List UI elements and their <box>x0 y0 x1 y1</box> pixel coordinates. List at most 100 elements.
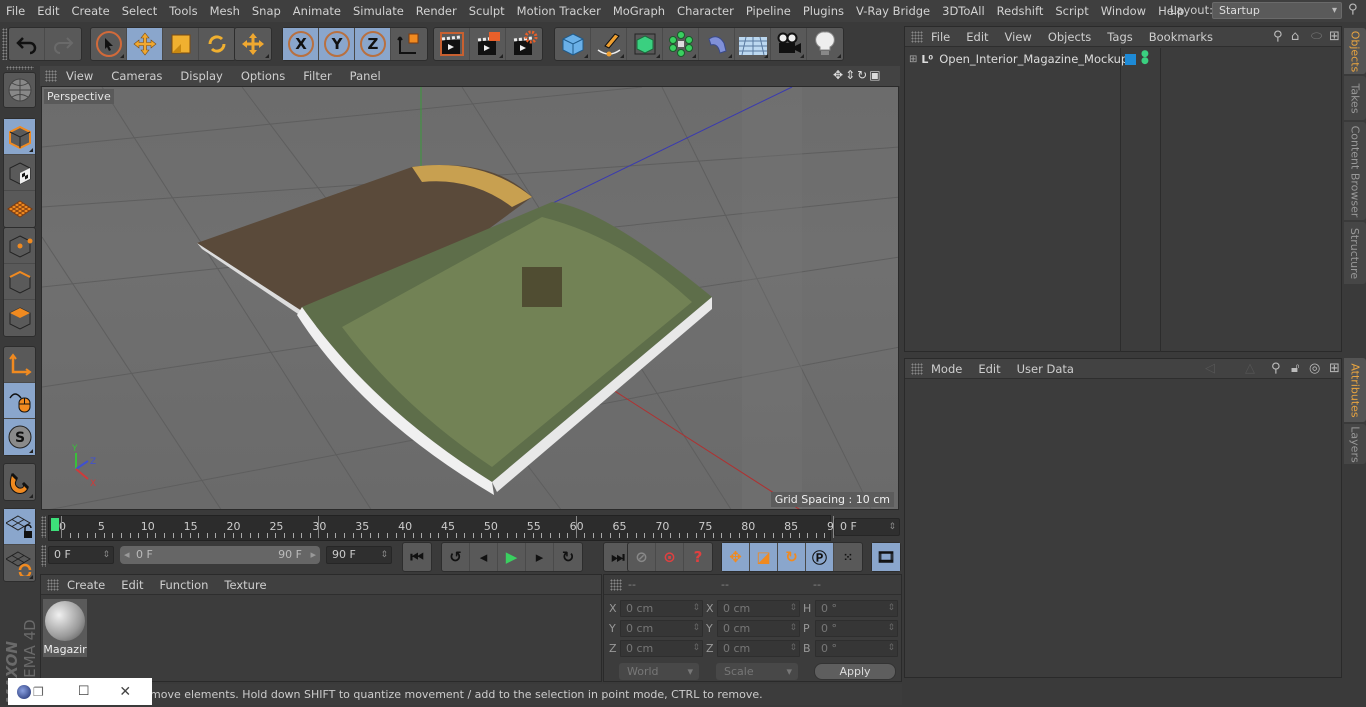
attr-menu-user-data[interactable]: User Data <box>1009 362 1082 376</box>
subdivision-surface-button[interactable] <box>627 28 663 60</box>
menu-redshift[interactable]: Redshift <box>991 4 1050 18</box>
viewport-menu-panel[interactable]: Panel <box>341 69 390 83</box>
viewport-menu-options[interactable]: Options <box>232 69 294 83</box>
key-parameter-button[interactable]: Ⓟ <box>806 543 834 571</box>
play-button[interactable]: ▶ <box>498 543 526 571</box>
apply-button[interactable]: Apply <box>814 663 896 680</box>
toggle-layout-icon[interactable]: ▣ <box>869 68 880 82</box>
camera-label[interactable]: Perspective <box>44 89 114 104</box>
menu-render[interactable]: Render <box>410 4 463 18</box>
recent-tool-button[interactable] <box>235 28 271 60</box>
make-editable-button[interactable] <box>4 73 35 107</box>
cloner-button[interactable] <box>663 28 699 60</box>
viewport-menu-filter[interactable]: Filter <box>294 69 340 83</box>
rotate-tool-button[interactable] <box>199 28 235 60</box>
menu-animate[interactable]: Animate <box>287 4 347 18</box>
cube-button[interactable] <box>555 28 591 60</box>
menu-simulate[interactable]: Simulate <box>347 4 410 18</box>
pos-x-field[interactable]: 0 cm <box>620 600 703 617</box>
align-workplane-button[interactable] <box>4 545 35 581</box>
home-icon[interactable]: ⌂ <box>1291 29 1299 44</box>
menu-select[interactable]: Select <box>116 4 163 18</box>
material-grip[interactable] <box>47 578 59 591</box>
transport-grip[interactable] <box>41 545 46 567</box>
texture-mode-button[interactable] <box>4 155 35 191</box>
menu-mograph[interactable]: MoGraph <box>607 4 671 18</box>
move-tool-button[interactable] <box>127 28 163 60</box>
coordinate-mode-dropdown[interactable]: World <box>619 663 699 680</box>
bend-deformer-button[interactable] <box>699 28 735 60</box>
object-manager-grip[interactable] <box>911 30 923 43</box>
key-rotation-button[interactable]: ↻ <box>778 543 806 571</box>
floor-button[interactable] <box>735 28 771 60</box>
snap-button[interactable] <box>4 464 35 500</box>
material-menu-create[interactable]: Create <box>59 578 113 592</box>
new-panel-icon[interactable]: ⊞ <box>1329 361 1340 376</box>
menu-snap[interactable]: Snap <box>246 4 287 18</box>
solo-mode-button[interactable]: S <box>4 419 35 455</box>
menu-vray-bridge[interactable]: V-Ray Bridge <box>850 4 936 18</box>
scale-tool-button[interactable] <box>163 28 199 60</box>
prev-frame-button[interactable]: ◂ <box>470 543 498 571</box>
viewport-menu-cameras[interactable]: Cameras <box>102 69 171 83</box>
menu-file[interactable]: File <box>0 4 31 18</box>
search-icon[interactable]: ⚲ <box>1348 2 1358 17</box>
new-panel-icon[interactable]: ⊞ <box>1329 29 1340 44</box>
range-right-arrow-icon[interactable]: ▸ <box>310 546 316 564</box>
prev-keyframe-button[interactable]: ↺ <box>442 543 470 571</box>
search-icon[interactable]: ⚲ <box>1271 361 1281 376</box>
timeline-ruler[interactable]: 051015202530354045505560657075808590 <box>48 515 841 541</box>
maximize-icon[interactable]: ☐ <box>78 684 90 699</box>
menu-pipeline[interactable]: Pipeline <box>740 4 797 18</box>
size-y-field[interactable]: 0 cm <box>717 620 800 637</box>
tab-structure[interactable]: Structure <box>1344 222 1366 284</box>
material-menu-texture[interactable]: Texture <box>216 578 274 592</box>
zoom-view-icon[interactable]: ⇕ <box>845 68 855 82</box>
viewport-menu-display[interactable]: Display <box>171 69 231 83</box>
attr-menu-mode[interactable]: Mode <box>923 362 970 376</box>
autokey-button[interactable]: ⊙ <box>656 543 684 571</box>
menu-character[interactable]: Character <box>671 4 740 18</box>
object-name[interactable]: Open_Interior_Magazine_Mockup <box>939 52 1128 66</box>
tab-content-browser[interactable]: Content Browser <box>1344 122 1366 220</box>
orbit-view-icon[interactable]: ↻ <box>857 68 867 82</box>
pen-spline-button[interactable] <box>591 28 627 60</box>
render-view-button[interactable] <box>434 28 470 60</box>
menu-mesh[interactable]: Mesh <box>204 4 246 18</box>
search-icon[interactable]: ⚲ <box>1273 29 1283 44</box>
timeline-window-button[interactable]: 🎞 <box>872 543 900 571</box>
menu-tools[interactable]: Tools <box>163 4 203 18</box>
menu-3dtoall[interactable]: 3DToAll <box>936 4 991 18</box>
camera-button[interactable] <box>771 28 807 60</box>
menu-create[interactable]: Create <box>66 4 116 18</box>
rot-p-field[interactable]: 0 ° <box>815 620 898 637</box>
attr-menu-edit[interactable]: Edit <box>970 362 1008 376</box>
key-scale-button[interactable]: ◪ <box>750 543 778 571</box>
layer-color-swatch[interactable] <box>1125 53 1136 65</box>
tweak-mode-button[interactable] <box>4 383 35 419</box>
lock-icon[interactable]: 🔓︎ <box>1291 361 1299 376</box>
target-icon[interactable]: ◎ <box>1309 361 1320 376</box>
redo-button[interactable] <box>45 28 81 60</box>
render-settings-button[interactable] <box>506 28 542 60</box>
coordinate-system-button[interactable] <box>391 28 427 60</box>
lock-workplane-button[interactable] <box>4 509 35 545</box>
edges-mode-button[interactable] <box>4 264 35 300</box>
goto-start-button[interactable]: ⏮ <box>403 543 431 571</box>
close-icon[interactable]: ✕ <box>119 684 131 700</box>
toolbar-grip[interactable] <box>2 28 7 60</box>
polygons-mode-button[interactable] <box>4 300 35 336</box>
end-frame-field[interactable]: 90 F <box>326 546 392 564</box>
om-menu-view[interactable]: View <box>997 30 1040 44</box>
timeline-grip[interactable] <box>41 516 46 538</box>
rot-h-field[interactable]: 0 ° <box>815 600 898 617</box>
om-menu-file[interactable]: File <box>923 30 958 44</box>
menu-edit[interactable]: Edit <box>31 4 65 18</box>
tab-layers[interactable]: Layers <box>1344 424 1366 464</box>
3d-viewport[interactable]: Y Z X Perspective Grid Spacing : 10 cm <box>41 86 899 510</box>
coordinates-grip[interactable] <box>610 579 622 591</box>
range-left-arrow-icon[interactable]: ◂ <box>124 546 130 564</box>
left-toolbar-grip[interactable] <box>6 66 34 70</box>
keyframe-selection-button[interactable]: ? <box>684 543 712 571</box>
pan-view-icon[interactable]: ✥ <box>833 68 843 82</box>
